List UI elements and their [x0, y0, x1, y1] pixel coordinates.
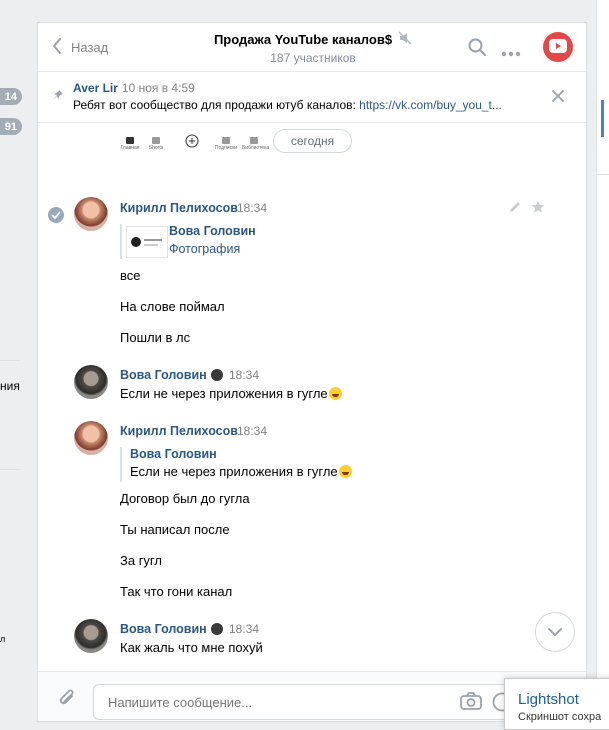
message-body: Если не через приложения в гугле	[120, 386, 328, 401]
left-sidebar-fragment: 14 91 ния л	[0, 0, 28, 722]
sidebar-text-fragment: ния	[0, 379, 20, 393]
more-icon[interactable]	[501, 45, 521, 60]
quote-bar	[120, 447, 122, 482]
quote-text[interactable]: Если не через приложения в гугле	[130, 464, 352, 479]
divider	[0, 360, 20, 361]
message-text: Так что гони канал	[120, 584, 233, 599]
camera-icon[interactable]	[460, 692, 482, 713]
pinned-date: 10 ноя в 4:59	[121, 81, 195, 95]
laughing-emoji-icon	[328, 387, 342, 400]
strip-item: Главная	[118, 137, 142, 151]
strip-item: Shorts	[144, 137, 168, 151]
unread-badge[interactable]: 91	[0, 118, 22, 135]
pinned-text: Ребят вот сообщество для продажи ютуб ка…	[73, 98, 502, 112]
message-time[interactable]: 18:34	[237, 201, 267, 215]
pin-icon	[52, 89, 64, 104]
unread-badge[interactable]: 14	[0, 88, 22, 105]
sidebar-text-fragment: л	[0, 634, 6, 644]
avatar[interactable]	[74, 421, 108, 455]
lightshot-notification[interactable]: Lightshot Скриншот сохра	[504, 678, 609, 730]
message-text: Если не через приложения в гугле	[120, 386, 342, 401]
check-icon[interactable]	[48, 207, 64, 223]
chevron-down-icon	[547, 625, 563, 640]
chat-header: Назад Продажа YouTube каналов$ 187 участ…	[38, 23, 586, 72]
chevron-left-icon	[52, 37, 71, 57]
quote-body: Если не через приложения в гугле	[130, 464, 338, 479]
photo-thumbnail[interactable]	[126, 226, 168, 258]
message-text: За гугл	[120, 553, 162, 568]
chat-title-block[interactable]: Продажа YouTube каналов$ 187 участников	[188, 31, 438, 65]
message-text: Договор был до гугла	[120, 491, 250, 506]
chat-title: Продажа YouTube каналов$	[213, 32, 393, 47]
search-icon[interactable]	[467, 37, 487, 60]
pinned-link[interactable]: https://vk.com/buy_you_t...	[359, 98, 502, 112]
avatar[interactable]	[74, 197, 108, 231]
chat-avatar[interactable]	[543, 32, 573, 62]
laughing-emoji-icon	[338, 465, 352, 478]
message-text: все	[120, 268, 141, 283]
status-icon	[210, 623, 223, 635]
message-time[interactable]: 18:34	[229, 368, 259, 382]
plus-icon	[180, 134, 204, 150]
back-label: Назад	[71, 39, 109, 55]
back-button[interactable]: Назад	[52, 35, 108, 59]
message-time[interactable]: 18:34	[237, 424, 267, 438]
message-text: Пошли в лс	[120, 330, 191, 345]
message-text: Ты написал после	[120, 522, 230, 537]
message-text: На слове поймал	[120, 299, 225, 314]
status-icon	[210, 369, 223, 381]
date-divider: сегодня	[273, 129, 352, 153]
quote-bar	[120, 224, 122, 259]
divider	[0, 469, 20, 470]
close-icon[interactable]	[552, 90, 564, 105]
pinned-body: Ребят вот сообщество для продажи ютуб ка…	[73, 98, 360, 112]
message-author[interactable]: Вова Головин	[120, 622, 223, 636]
message-text: Как жаль что мне похуй	[120, 640, 263, 655]
chat-panel: Назад Продажа YouTube каналов$ 187 участ…	[37, 22, 587, 722]
strip-item: Библиотека	[242, 137, 269, 151]
members-count: 187 участников	[270, 51, 356, 65]
message-author[interactable]: Кирилл Пелихосов	[120, 201, 238, 215]
paperclip-icon[interactable]	[57, 688, 77, 713]
quote-author[interactable]: Вова Головин	[169, 224, 256, 238]
photo-strip[interactable]: Главная Shorts Подписки Библиотека	[118, 134, 278, 167]
author-name: Вова Головин	[120, 368, 207, 382]
quote-author[interactable]: Вова Головин	[130, 447, 217, 461]
notification-title: Lightshot	[518, 691, 579, 708]
edit-icon[interactable]	[508, 200, 522, 217]
pinned-message[interactable]: Aver Lir 10 ноя в 4:59 Ребят вот сообщест…	[38, 72, 586, 123]
scroll-down-button[interactable]	[535, 612, 575, 652]
author-name: Вова Головин	[120, 622, 207, 636]
strip-item: Подписки	[214, 137, 238, 151]
message-input[interactable]	[93, 684, 513, 720]
quote-text[interactable]: Фотография	[169, 242, 240, 256]
pinned-meta: Aver Lir 10 ноя в 4:59	[73, 81, 195, 95]
divider	[597, 174, 609, 175]
mute-icon	[398, 31, 412, 48]
avatar[interactable]	[74, 365, 108, 399]
avatar[interactable]	[74, 619, 108, 653]
message-author[interactable]: Вова Головин	[120, 368, 223, 382]
pinned-author[interactable]: Aver Lir	[73, 81, 118, 95]
notification-subtitle: Скриншот сохра	[518, 711, 602, 723]
star-icon[interactable]	[531, 200, 545, 217]
message-time[interactable]: 18:34	[229, 622, 259, 636]
message-author[interactable]: Кирилл Пелихосов	[120, 424, 238, 438]
youtube-icon	[549, 38, 567, 56]
right-active-indicator	[601, 100, 604, 137]
